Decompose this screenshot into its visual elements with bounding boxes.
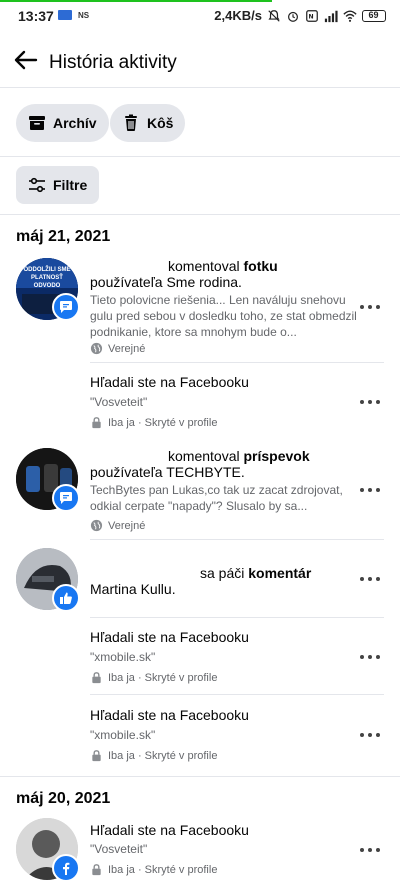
- filter-label: Filtre: [53, 177, 88, 193]
- status-right: 2,4KB/s N 69: [214, 8, 386, 23]
- activity-target: Martina Kullu.: [90, 581, 176, 597]
- battery-indicator: 69: [362, 9, 386, 22]
- privacy-label: Iba ja · Skryté v profile: [108, 863, 218, 876]
- privacy-label: Iba ja · Skryté v profile: [108, 749, 218, 762]
- privacy-label: Verejné: [108, 519, 146, 532]
- network-speed: 2,4KB/s: [214, 8, 262, 23]
- flag-icon: [58, 10, 72, 20]
- nfc-icon: N: [306, 9, 318, 22]
- archive-button[interactable]: Archív: [16, 104, 109, 142]
- activity-snippet: Tieto polovicne riešenia... Len naváluju…: [90, 293, 357, 339]
- status-time: 13:37: [18, 8, 54, 24]
- page-title: História aktivity: [49, 52, 177, 73]
- more-options-icon[interactable]: [360, 652, 380, 662]
- section-date: máj 20, 2021: [16, 790, 111, 807]
- comment-badge: [52, 293, 80, 321]
- search-title[interactable]: Hľadali ste na Facebooku: [90, 822, 365, 838]
- divider: [0, 156, 400, 157]
- privacy-meta: Iba ja · Skryté v profile: [90, 671, 217, 684]
- trash-button[interactable]: Kôš: [110, 104, 186, 142]
- back-arrow-icon[interactable]: [12, 46, 40, 74]
- activity-action: komentoval: [168, 448, 240, 464]
- wifi-icon: [343, 9, 357, 22]
- section-date: máj 21, 2021: [16, 228, 111, 245]
- search-query: "Vosveteit": [90, 395, 148, 409]
- activity-object: fotku: [243, 258, 278, 274]
- more-options-icon[interactable]: [360, 485, 380, 495]
- filter-sliders-icon: [29, 177, 45, 193]
- app-bar: História aktivity: [0, 32, 400, 88]
- row-divider: [90, 694, 384, 695]
- comment-icon: [60, 301, 72, 313]
- row-divider: [90, 362, 384, 363]
- privacy-meta: Verejné: [90, 519, 145, 532]
- activity-target: používateľa TECHBYTE.: [90, 464, 245, 480]
- trash-icon: [125, 114, 137, 131]
- lock-icon: [92, 417, 101, 429]
- signal-icon: [324, 10, 338, 22]
- search-query: "Vosveteit": [90, 842, 148, 856]
- search-title[interactable]: Hľadali ste na Facebooku: [90, 707, 365, 723]
- lock-icon: [92, 864, 101, 876]
- like-badge: [52, 584, 80, 612]
- alarm-icon: [288, 11, 298, 22]
- lock-icon: [92, 672, 101, 684]
- row-divider: [90, 539, 384, 540]
- privacy-meta: Iba ja · Skryté v profile: [90, 416, 217, 429]
- row-divider: [90, 617, 384, 618]
- privacy-meta: Iba ja · Skryté v profile: [90, 863, 217, 876]
- globe-icon: [90, 342, 103, 355]
- privacy-label: Iba ja · Skryté v profile: [108, 671, 218, 684]
- globe-icon: [90, 519, 103, 532]
- activity-object: komentár: [248, 565, 312, 581]
- activity-object: príspevok: [243, 448, 310, 464]
- trash-label: Kôš: [147, 115, 174, 131]
- activity-title[interactable]: komentoval fotku používateľa Sme rodina.: [90, 258, 365, 290]
- svg-text:N: N: [309, 13, 314, 20]
- comment-badge: [52, 484, 80, 512]
- battery-level: 69: [368, 9, 379, 20]
- search-query: "xmobile.sk": [90, 650, 156, 664]
- ns-indicator: NS: [78, 11, 90, 20]
- archive-label: Archív: [53, 115, 97, 131]
- more-options-icon[interactable]: [360, 574, 380, 584]
- activity-snippet: TechBytes pan Lukas,co tak uz zacat zdro…: [90, 483, 343, 513]
- avatar-caption: ODDOLŽILI SME PLATNOSŤ ODVODO: [23, 267, 71, 289]
- facebook-icon: [63, 862, 70, 875]
- more-options-icon[interactable]: [360, 302, 380, 312]
- search-query: "xmobile.sk": [90, 728, 156, 742]
- privacy-label: Verejné: [108, 342, 146, 355]
- facebook-badge: [52, 854, 80, 882]
- activity-action: komentoval: [168, 258, 240, 274]
- divider: [0, 776, 400, 777]
- activity-title[interactable]: sa páči komentár Martina Kullu.: [90, 565, 365, 597]
- privacy-label: Iba ja · Skryté v profile: [108, 416, 218, 429]
- thumbs-up-icon: [60, 592, 72, 604]
- activity-target: používateľa Sme rodina.: [90, 274, 242, 290]
- search-title[interactable]: Hľadali ste na Facebooku: [90, 374, 365, 390]
- more-options-icon[interactable]: [360, 730, 380, 740]
- status-bar: 13:37 NS 2,4KB/s N 69: [0, 0, 400, 32]
- filter-button[interactable]: Filtre: [16, 166, 100, 204]
- search-title[interactable]: Hľadali ste na Facebooku: [90, 629, 365, 645]
- privacy-meta: Iba ja · Skryté v profile: [90, 749, 217, 762]
- activity-title[interactable]: komentoval príspevok používateľa TECHBYT…: [90, 448, 365, 480]
- privacy-meta: Verejné: [90, 342, 145, 355]
- page-load-progress: [0, 0, 272, 2]
- more-options-icon[interactable]: [360, 845, 380, 855]
- lock-icon: [92, 750, 101, 762]
- divider: [0, 214, 400, 215]
- more-options-icon[interactable]: [360, 397, 380, 407]
- activity-action: sa páči: [200, 565, 245, 581]
- comment-icon: [60, 492, 72, 504]
- mute-bell-icon: [268, 9, 280, 22]
- archive-icon: [29, 116, 45, 130]
